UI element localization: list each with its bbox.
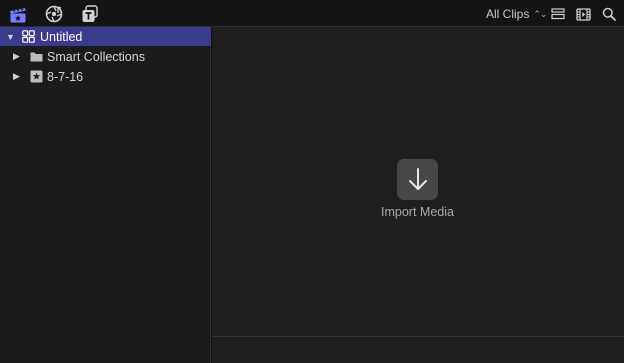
libraries-icon[interactable]: [8, 4, 28, 24]
disclosure-expanded-icon[interactable]: ▼: [6, 32, 15, 42]
sidebar-item-event[interactable]: ▶ 8-7-16: [0, 67, 211, 86]
toolbar: All Clips ⌃⌄: [0, 0, 624, 27]
browser-pane: Import Media: [212, 27, 624, 336]
sidebar-item-label: 8-7-16: [47, 69, 84, 84]
sidebar-item-label: Untitled: [40, 29, 83, 44]
sidebar-item-smart-collections[interactable]: ▶ Smart Collections: [0, 47, 211, 66]
clip-filter-popup[interactable]: All Clips ⌃⌄: [486, 7, 547, 21]
event-star-icon: [29, 70, 43, 84]
import-media-label[interactable]: Import Media: [352, 205, 483, 219]
browser-footer: [212, 336, 624, 363]
filmstrip-icon[interactable]: [573, 4, 593, 24]
disclosure-collapsed-icon[interactable]: ▶: [13, 71, 20, 82]
updown-chevron-icon: ⌃⌄: [533, 8, 547, 19]
import-media-button[interactable]: [397, 159, 438, 200]
library-sidebar: ▼ Untitled ▶ Smart Collections ▶ 8-7-16: [0, 27, 211, 363]
sidebar-item-untitled[interactable]: ▼ Untitled: [0, 27, 211, 46]
folder-icon: [29, 50, 43, 64]
search-icon[interactable]: [599, 4, 619, 24]
down-arrow-icon: [408, 167, 427, 190]
titles-generators-icon[interactable]: [80, 4, 100, 24]
photos-audio-icon[interactable]: [44, 4, 64, 24]
clip-appearance-icon[interactable]: [548, 4, 568, 24]
disclosure-collapsed-icon[interactable]: ▶: [13, 51, 20, 62]
sidebar-item-label: Smart Collections: [47, 49, 145, 64]
clip-filter-label: All Clips: [486, 7, 530, 21]
library-icon: [21, 30, 35, 44]
